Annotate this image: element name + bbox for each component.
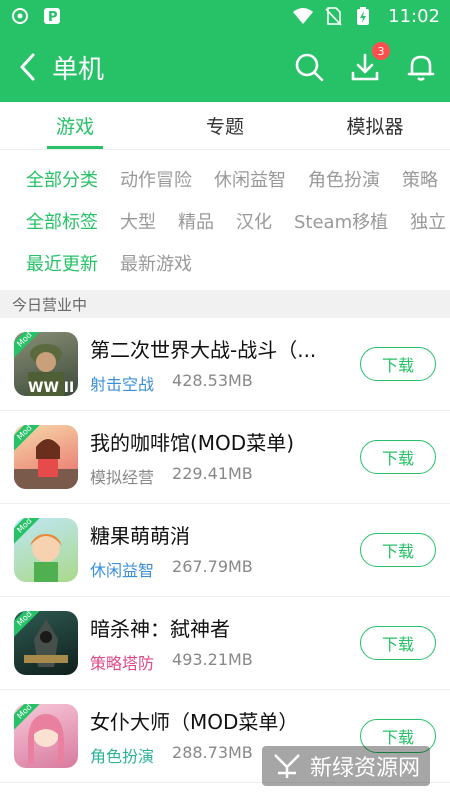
- game-size: 229.41MB: [172, 463, 253, 483]
- download-manager-button[interactable]: 3: [348, 42, 390, 84]
- filter-all-categories[interactable]: 全部分类: [26, 166, 98, 192]
- download-button[interactable]: 下载: [360, 533, 436, 567]
- category-filter-row: 全部分类 动作冒险 休闲益智 角色扮演 策略: [26, 158, 450, 200]
- watermark: 新绿资源网: [261, 746, 430, 786]
- sort-filter-row: 最近更新 最新游戏: [26, 242, 450, 284]
- search-button[interactable]: [292, 50, 326, 84]
- tab-bar: 游戏 专题 模拟器: [0, 102, 450, 150]
- candy-girl-icon: Mod: [14, 518, 78, 582]
- status-bar: P 11:02: [0, 0, 450, 32]
- filter-strategy[interactable]: 策略: [402, 166, 438, 192]
- wifi-icon: [292, 6, 314, 26]
- battery-charging-icon: [356, 6, 376, 26]
- game-title: 第二次世界大战-战斗（...: [90, 337, 317, 362]
- game-title: 暗杀神：弑神者: [90, 616, 230, 641]
- page-title: 单机: [52, 54, 105, 85]
- game-category: 角色扮演: [90, 746, 155, 766]
- app-p-icon: P: [42, 6, 62, 26]
- game-list: WW II Mod 第二次世界大战-战斗（... 射击空战 428.53MB 下…: [0, 318, 450, 783]
- filter-large[interactable]: 大型: [120, 208, 156, 234]
- filter-indie[interactable]: 独立: [410, 208, 446, 234]
- cafe-girl-icon: Mod: [14, 425, 78, 489]
- svg-text:WW II: WW II: [28, 380, 74, 396]
- top-bar: P 11:02 单机 3: [0, 0, 450, 102]
- game-size: 288.73MB: [172, 742, 253, 762]
- filter-featured[interactable]: 精品: [178, 208, 214, 234]
- filter-action-adventure[interactable]: 动作冒险: [120, 166, 192, 192]
- filter-steam-port[interactable]: Steam移植: [294, 208, 388, 234]
- section-header: 今日营业中: [0, 290, 450, 318]
- download-button[interactable]: 下载: [360, 626, 436, 660]
- ww2-soldier-icon: WW II Mod: [14, 332, 78, 396]
- tab-topics[interactable]: 专题: [150, 102, 300, 149]
- list-item[interactable]: Mod 我的咖啡馆(MOD菜单) 模拟经营 229.41MB 下载: [0, 411, 450, 504]
- tab-games[interactable]: 游戏: [0, 102, 150, 149]
- game-size: 267.79MB: [172, 556, 253, 576]
- assassin-icon: Mod: [14, 611, 78, 675]
- filter-panel: 全部分类 动作冒险 休闲益智 角色扮演 策略 全部标签 大型 精品 汉化 Ste…: [0, 150, 450, 290]
- game-category: 休闲益智: [90, 560, 155, 580]
- game-category: 策略塔防: [90, 653, 155, 673]
- app-header: 单机 3: [0, 32, 450, 102]
- no-sim-icon: [324, 6, 344, 26]
- game-size: 428.53MB: [172, 370, 253, 390]
- game-title: 女仆大师（MOD菜单）: [90, 709, 299, 734]
- watermark-text: 新绿资源网: [309, 756, 420, 781]
- clock: 11:02: [388, 5, 440, 27]
- filter-casual-puzzle[interactable]: 休闲益智: [214, 166, 286, 192]
- search-icon: [295, 53, 324, 82]
- maid-icon: Mod: [14, 704, 78, 768]
- game-category: 射击空战: [90, 374, 155, 394]
- tag-filter-row: 全部标签 大型 精品 汉化 Steam移植 独立: [26, 200, 450, 242]
- list-item[interactable]: Mod 糖果萌萌消 休闲益智 267.79MB 下载: [0, 504, 450, 597]
- download-button[interactable]: 下载: [360, 440, 436, 474]
- shield-status-icon: [10, 6, 30, 26]
- filter-chinese[interactable]: 汉化: [236, 208, 272, 234]
- list-item[interactable]: WW II Mod 第二次世界大战-战斗（... 射击空战 428.53MB 下…: [0, 318, 450, 411]
- game-title: 糖果萌萌消: [90, 523, 190, 548]
- game-size: 493.21MB: [172, 649, 253, 669]
- back-arrow-icon[interactable]: [12, 52, 42, 82]
- watermark-logo-icon: [274, 754, 300, 778]
- filter-all-tags[interactable]: 全部标签: [26, 208, 98, 234]
- game-category: 模拟经营: [90, 467, 155, 487]
- game-title: 我的咖啡馆(MOD菜单): [90, 430, 295, 455]
- notification-button[interactable]: [404, 50, 438, 84]
- watermark-url: www.xlhs.com: [357, 786, 422, 796]
- bell-icon: [407, 55, 435, 81]
- svg-text:P: P: [48, 10, 58, 25]
- download-button[interactable]: 下载: [360, 347, 436, 381]
- download-count-badge: 3: [372, 42, 390, 60]
- filter-rpg[interactable]: 角色扮演: [308, 166, 380, 192]
- filter-newest[interactable]: 最新游戏: [120, 250, 192, 276]
- tab-emulators[interactable]: 模拟器: [300, 102, 450, 149]
- list-item[interactable]: Mod 暗杀神：弑神者 策略塔防 493.21MB 下载: [0, 597, 450, 690]
- filter-recent-update[interactable]: 最近更新: [26, 250, 98, 276]
